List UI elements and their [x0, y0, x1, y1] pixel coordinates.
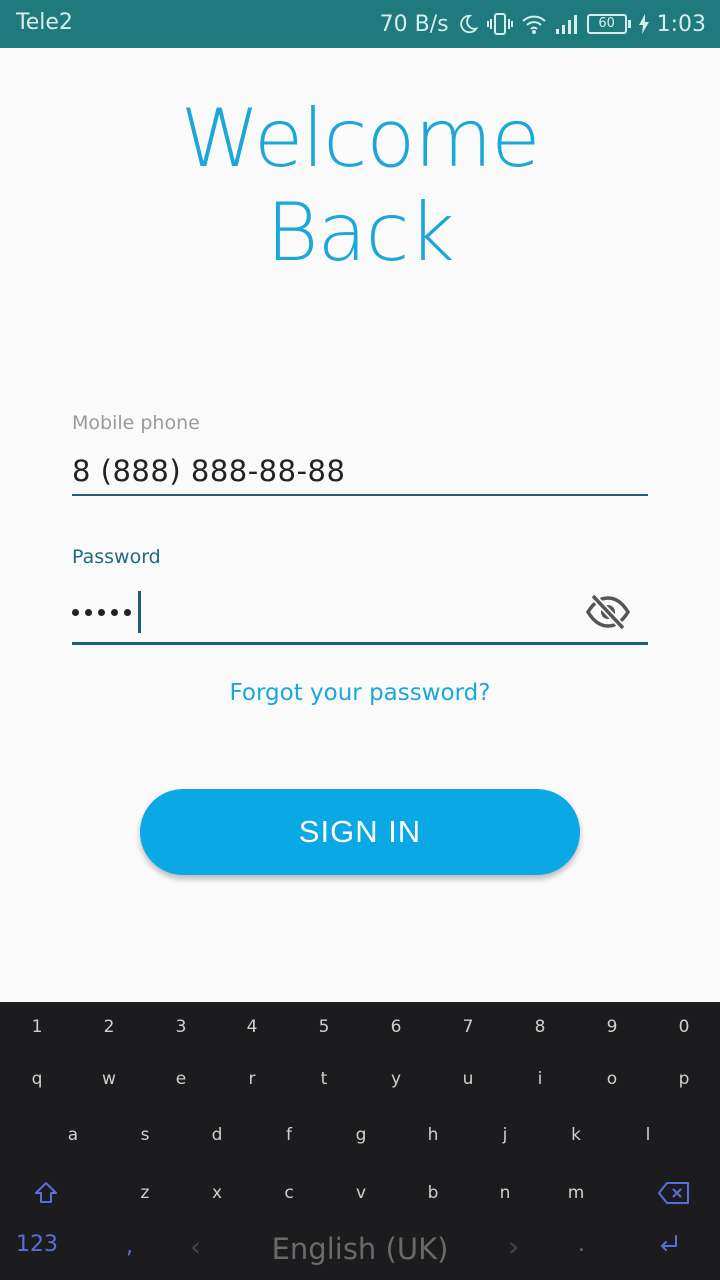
password-underline — [72, 642, 648, 645]
space-bar[interactable]: English (UK) — [0, 1232, 720, 1266]
key[interactable]: m — [546, 1168, 606, 1218]
key[interactable]: c — [259, 1168, 319, 1218]
key[interactable]: 0 — [654, 1002, 714, 1052]
key[interactable]: e — [151, 1054, 211, 1104]
key[interactable]: 1 — [7, 1002, 67, 1052]
key[interactable]: q — [7, 1054, 67, 1104]
key[interactable]: 4 — [222, 1002, 282, 1052]
key[interactable]: b — [403, 1168, 463, 1218]
key[interactable]: v — [331, 1168, 391, 1218]
key[interactable]: d — [187, 1110, 247, 1160]
key[interactable]: j — [475, 1110, 535, 1160]
battery-icon: 60 — [586, 14, 631, 34]
keyboard-number-row: 1 2 3 4 5 6 7 8 9 0 — [0, 1002, 720, 1052]
key[interactable]: k — [546, 1110, 606, 1160]
keyboard-row-z: z x c v b n m — [0, 1168, 720, 1218]
key[interactable]: o — [582, 1054, 642, 1104]
shift-icon — [35, 1182, 57, 1203]
keyboard-row-q: q w e r t y u i o p — [0, 1054, 720, 1104]
key[interactable]: i — [510, 1054, 570, 1104]
key[interactable]: 3 — [151, 1002, 211, 1052]
forgot-password-link[interactable]: Forgot your password? — [0, 680, 720, 706]
key[interactable]: p — [654, 1054, 714, 1104]
key[interactable]: t — [294, 1054, 354, 1104]
backspace-key[interactable] — [644, 1168, 704, 1218]
password-input[interactable] — [72, 590, 131, 634]
soft-keyboard: 1 2 3 4 5 6 7 8 9 0 q w e r t y u i o p … — [0, 1002, 720, 1280]
key[interactable]: f — [259, 1110, 319, 1160]
charging-icon — [638, 14, 649, 34]
enter-icon — [661, 1235, 677, 1251]
wifi-icon — [521, 13, 547, 35]
key[interactable]: a — [43, 1110, 103, 1160]
phone-underline — [72, 494, 648, 496]
keyboard-bottom-row: 123 , ‹ English (UK) › . — [0, 1224, 720, 1280]
phone-input[interactable]: 8 (888) 888-88-88 — [72, 454, 345, 488]
key[interactable]: y — [366, 1054, 426, 1104]
network-speed: 70 B/s — [379, 11, 449, 37]
key[interactable]: n — [475, 1168, 535, 1218]
key[interactable]: x — [187, 1168, 247, 1218]
vibrate-icon — [486, 12, 513, 36]
backspace-icon — [658, 1182, 689, 1204]
chevron-right-icon[interactable]: › — [508, 1230, 519, 1263]
key[interactable]: l — [618, 1110, 678, 1160]
key[interactable]: 9 — [582, 1002, 642, 1052]
text-cursor — [138, 591, 141, 633]
password-label: Password — [72, 546, 161, 568]
key[interactable]: h — [403, 1110, 463, 1160]
key[interactable]: 5 — [294, 1002, 354, 1052]
shift-key[interactable] — [16, 1168, 76, 1218]
key[interactable]: 6 — [366, 1002, 426, 1052]
key[interactable]: 2 — [79, 1002, 139, 1052]
key[interactable]: z — [115, 1168, 175, 1218]
key[interactable]: 8 — [510, 1002, 570, 1052]
key[interactable]: s — [115, 1110, 175, 1160]
keyboard-row-a: a s d f g h j k l — [0, 1110, 720, 1160]
period-key[interactable]: . — [578, 1232, 585, 1257]
moon-icon — [457, 13, 479, 35]
key[interactable]: g — [331, 1110, 391, 1160]
key[interactable]: w — [79, 1054, 139, 1104]
carrier-name: Tele2 — [16, 10, 73, 35]
status-bar: Tele2 70 B/s 60 1:03 — [0, 0, 720, 48]
battery-level: 60 — [586, 14, 627, 34]
eye-off-icon[interactable] — [584, 591, 632, 633]
key[interactable]: 7 — [438, 1002, 498, 1052]
status-icons: 70 B/s 60 1:03 — [380, 8, 706, 40]
welcome-title-line2: Back — [266, 186, 455, 279]
welcome-title-line1: Welcome — [180, 92, 541, 185]
enter-key[interactable] — [656, 1232, 682, 1262]
clock: 1:03 — [656, 11, 706, 37]
sign-in-button[interactable]: SIGN IN — [140, 789, 580, 875]
phone-label: Mobile phone — [72, 412, 200, 434]
key[interactable]: u — [438, 1054, 498, 1104]
key[interactable]: r — [222, 1054, 282, 1104]
signal-icon — [555, 13, 579, 35]
